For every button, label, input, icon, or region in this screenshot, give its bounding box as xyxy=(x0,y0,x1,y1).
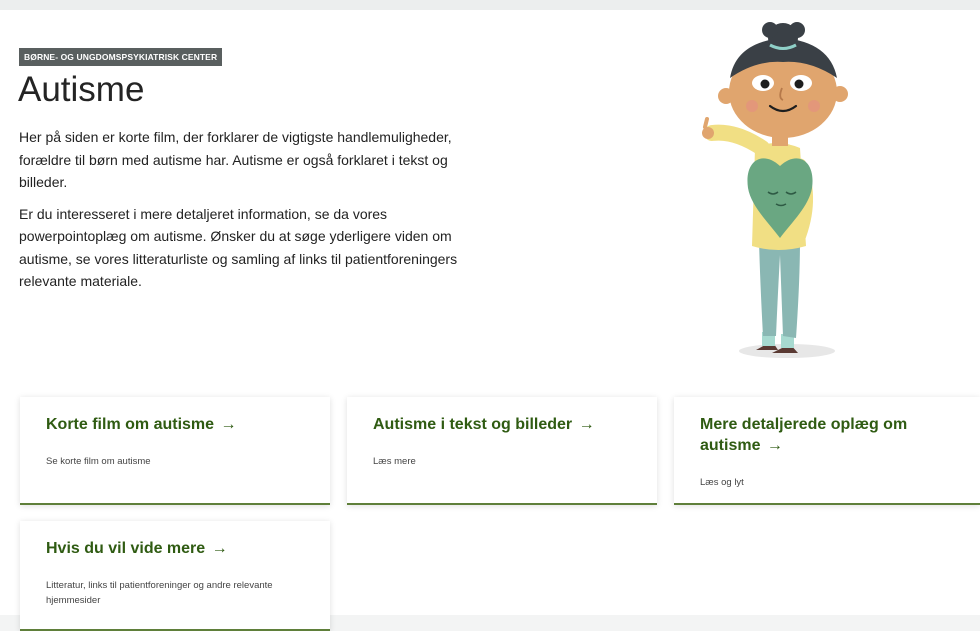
card-korte-film[interactable]: Korte film om autisme → Se korte film om… xyxy=(20,397,330,505)
section-badge: BØRNE- OG UNGDOMSPSYKIATRISK CENTER xyxy=(19,48,223,66)
page-title: Autisme xyxy=(18,70,145,109)
arrow-right-icon: → xyxy=(578,416,595,433)
arrow-right-icon: → xyxy=(220,416,237,433)
arrow-right-icon: → xyxy=(766,437,783,454)
card-title-link[interactable]: Korte film om autisme → xyxy=(46,414,310,435)
child-with-heart-illustration xyxy=(702,22,848,358)
intro-paragraph-1: Her på siden er korte film, der forklare… xyxy=(19,129,452,190)
intro-paragraph-2: Er du interesseret i mere detaljeret inf… xyxy=(19,205,458,290)
card-description: Se korte film om autisme xyxy=(46,456,151,467)
top-strip xyxy=(0,0,980,10)
card-tekst-og-billeder[interactable]: Autisme i tekst og billeder → Læs mere xyxy=(347,397,657,505)
card-description: Læs og lyt xyxy=(700,477,744,488)
arrow-right-icon: → xyxy=(211,540,228,557)
card-title-link[interactable]: Autisme i tekst og billeder → xyxy=(373,414,637,435)
card-detaljerede-oplaeg[interactable]: Mere detaljerede oplæg om autisme → Læs … xyxy=(674,397,980,505)
card-title-link[interactable]: Hvis du vil vide mere → xyxy=(46,538,310,559)
intro-text: Her på siden er korte film, der forklare… xyxy=(19,126,459,302)
card-description: Læs mere xyxy=(373,456,416,467)
card-title-link[interactable]: Mere detaljerede oplæg om autisme → xyxy=(700,414,960,456)
card-description: Litteratur, links til patientforeninger … xyxy=(46,580,273,606)
content-panel: BØRNE- OG UNGDOMSPSYKIATRISK CENTER Auti… xyxy=(0,10,980,631)
